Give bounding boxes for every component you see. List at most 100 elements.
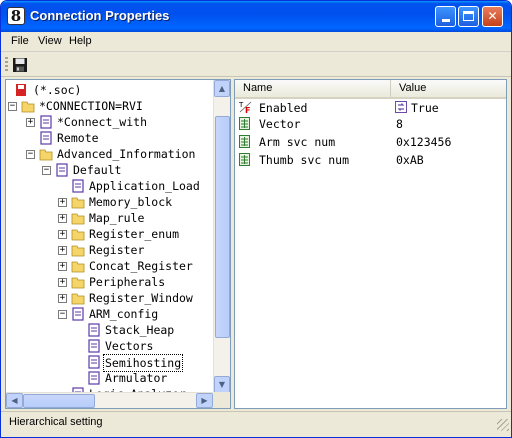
property-row-thumb-svc-num[interactable]: Thumb svc num 0xAB bbox=[235, 152, 506, 168]
property-row-enabled[interactable]: T F Enabled True bbox=[235, 100, 506, 116]
folder-icon bbox=[71, 213, 85, 225]
soc-file-icon bbox=[16, 84, 26, 96]
page-icon bbox=[40, 115, 52, 129]
collapse-icon[interactable]: − bbox=[42, 166, 51, 175]
tree-node-connection[interactable]: − *CONNECTION=RVI bbox=[8, 98, 208, 114]
collapse-icon[interactable]: − bbox=[8, 102, 17, 111]
expand-icon[interactable]: + bbox=[58, 262, 67, 271]
page-icon bbox=[88, 371, 100, 385]
boolean-icon: T F bbox=[239, 101, 252, 114]
status-text: Hierarchical setting bbox=[9, 416, 103, 428]
page-icon bbox=[40, 131, 52, 145]
menu-view[interactable]: View bbox=[38, 35, 62, 47]
tree-node-remote[interactable]: Remote bbox=[39, 130, 209, 146]
expand-icon[interactable]: + bbox=[58, 230, 67, 239]
tree-node-arm-config[interactable]: − ARM_config bbox=[58, 306, 218, 322]
expand-icon[interactable]: + bbox=[26, 118, 35, 127]
tree-node-application-load[interactable]: Application_Load bbox=[71, 178, 221, 194]
property-name: Thumb svc num bbox=[259, 153, 350, 167]
arrow-down-icon: ▼ bbox=[218, 380, 226, 389]
collapse-icon[interactable]: − bbox=[58, 310, 67, 319]
window-title: Connection Properties bbox=[30, 8, 170, 23]
expand-icon[interactable]: + bbox=[58, 278, 67, 287]
column-header-value[interactable]: Value bbox=[391, 80, 506, 97]
minimize-icon bbox=[441, 19, 450, 22]
tree-node-soc[interactable]: (*.soc) bbox=[14, 82, 204, 98]
tree-node-default[interactable]: − Default bbox=[42, 162, 212, 178]
vertical-scroll-thumb[interactable] bbox=[215, 116, 230, 338]
page-icon bbox=[88, 355, 100, 369]
scroll-up-button[interactable]: ▲ bbox=[214, 80, 230, 97]
folder-icon bbox=[39, 149, 53, 161]
split-panes: (*.soc) − *CONNECTION=RVI + *Connect_wit… bbox=[5, 79, 507, 409]
arrow-left-icon: ◀ bbox=[11, 396, 18, 405]
connection-properties-window: 8 Connection Properties ✕ File View Help bbox=[0, 0, 512, 438]
property-grid[interactable]: Name Value T F Enabled True Vector 8 Arm… bbox=[234, 79, 507, 409]
collapse-icon[interactable]: − bbox=[26, 150, 35, 159]
tree-node-map-rule[interactable]: + Map_rule bbox=[58, 210, 218, 226]
close-icon: ✕ bbox=[487, 9, 498, 23]
tree-node-register-window[interactable]: + Register_Window bbox=[58, 290, 218, 306]
close-button[interactable]: ✕ bbox=[482, 6, 503, 27]
title-bar[interactable]: 8 Connection Properties ✕ bbox=[1, 1, 511, 32]
maximize-button[interactable] bbox=[458, 6, 479, 27]
menu-help[interactable]: Help bbox=[69, 35, 92, 47]
tree-node-register-enum[interactable]: + Register_enum bbox=[58, 226, 218, 242]
horizontal-scroll-thumb[interactable] bbox=[23, 394, 95, 408]
folder-icon bbox=[71, 229, 85, 241]
menu-bar: File View Help bbox=[1, 32, 511, 52]
folder-icon bbox=[71, 197, 85, 209]
property-name: Arm svc num bbox=[259, 135, 336, 149]
property-row-vector[interactable]: Vector 8 bbox=[235, 116, 506, 132]
tree-node-armulator[interactable]: Armulator bbox=[87, 370, 217, 386]
tree-node-memory-block[interactable]: + Memory_block bbox=[58, 194, 218, 210]
tree-node-connect-with[interactable]: + *Connect_with bbox=[26, 114, 216, 130]
property-name: Enabled bbox=[259, 101, 308, 115]
scroll-down-button[interactable]: ▼ bbox=[214, 376, 230, 393]
expand-icon[interactable]: + bbox=[58, 198, 67, 207]
resize-grip[interactable] bbox=[497, 419, 509, 431]
property-value[interactable]: True bbox=[411, 100, 439, 116]
toggle-value-icon[interactable] bbox=[395, 101, 407, 113]
tree-horizontal-scrollbar[interactable]: ◀ ▶ bbox=[6, 392, 214, 408]
expand-icon[interactable]: + bbox=[58, 246, 67, 255]
property-row-arm-svc-num[interactable]: Arm svc num 0x123456 bbox=[235, 134, 506, 150]
tree-node-concat-register[interactable]: + Concat_Register bbox=[58, 258, 218, 274]
tree-node-semihosting-selected[interactable]: Semihosting bbox=[87, 354, 217, 372]
save-button[interactable] bbox=[12, 57, 28, 73]
svg-text:T: T bbox=[239, 101, 244, 109]
tree-node-advanced-information[interactable]: − Advanced_Information bbox=[26, 146, 216, 162]
folder-icon bbox=[71, 245, 85, 257]
page-icon bbox=[72, 179, 84, 193]
numeric-icon bbox=[239, 117, 250, 130]
numeric-icon bbox=[239, 153, 250, 166]
folder-icon bbox=[71, 277, 85, 289]
tree-node-stack-heap[interactable]: Stack_Heap bbox=[87, 322, 217, 338]
scroll-left-button[interactable]: ◀ bbox=[6, 393, 23, 408]
menu-file[interactable]: File bbox=[11, 35, 29, 47]
scroll-corner bbox=[213, 392, 230, 408]
expand-icon[interactable]: + bbox=[58, 294, 67, 303]
numeric-icon bbox=[239, 135, 250, 148]
tree-vertical-scrollbar[interactable]: ▲ ▼ bbox=[213, 80, 230, 393]
tree-node-peripherals[interactable]: + Peripherals bbox=[58, 274, 218, 290]
page-icon bbox=[88, 339, 100, 353]
property-name: Vector bbox=[259, 117, 301, 131]
folder-icon bbox=[71, 293, 85, 305]
property-value[interactable]: 0x123456 bbox=[396, 134, 451, 150]
property-value[interactable]: 0xAB bbox=[396, 152, 424, 168]
tree-node-register[interactable]: + Register bbox=[58, 242, 218, 258]
column-header-name[interactable]: Name bbox=[235, 80, 391, 97]
minimize-button[interactable] bbox=[435, 6, 456, 27]
tree-node-vectors[interactable]: Vectors bbox=[87, 338, 217, 354]
toolbar-grip[interactable] bbox=[5, 57, 8, 73]
tree-view[interactable]: (*.soc) − *CONNECTION=RVI + *Connect_wit… bbox=[5, 79, 231, 409]
toolbar bbox=[1, 53, 511, 77]
arrow-right-icon: ▶ bbox=[201, 396, 208, 405]
property-grid-header: Name Value bbox=[235, 80, 506, 99]
app-icon: 8 bbox=[7, 7, 25, 25]
page-icon bbox=[72, 307, 84, 321]
property-value[interactable]: 8 bbox=[396, 116, 403, 132]
expand-icon[interactable]: + bbox=[58, 214, 67, 223]
scroll-right-button[interactable]: ▶ bbox=[196, 393, 213, 408]
